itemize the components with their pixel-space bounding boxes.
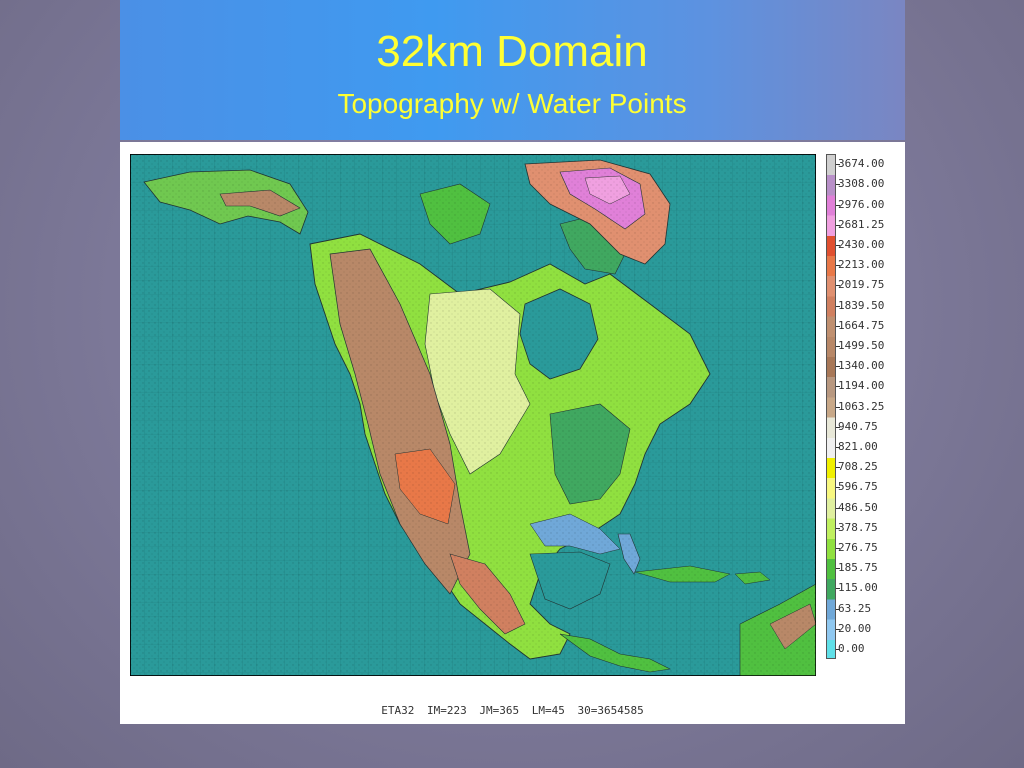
legend-level-label: 276.75 xyxy=(838,540,878,554)
legend-level-label: 63.25 xyxy=(838,601,872,615)
slide-title: 32km Domain xyxy=(376,27,648,76)
legend-level-label: 708.25 xyxy=(838,460,878,474)
topography-figure: 3674.00 3308.00 2976.00 2681.25 2430.00 2213.… xyxy=(120,142,905,724)
legend-level-label: 486.50 xyxy=(838,500,878,514)
topography-map xyxy=(130,154,816,676)
legend-level-label: 3308.00 xyxy=(838,177,885,191)
model-info-footer: ETA32 IM=223 JM=365 LM=45 30=3654585 xyxy=(381,704,644,717)
legend-level-label: 2430.00 xyxy=(838,237,885,251)
legend-level-label: 596.75 xyxy=(838,480,878,494)
legend-level-label: 378.75 xyxy=(838,520,878,534)
legend-level-label: 1063.25 xyxy=(838,399,885,413)
legend-level-label: 115.00 xyxy=(838,581,878,595)
legend-level-label: 940.75 xyxy=(838,419,878,433)
legend-level-label: 3674.00 xyxy=(838,157,885,171)
legend-level-label: 1839.50 xyxy=(838,298,885,312)
legend-level-label: 821.00 xyxy=(838,439,878,453)
slide-subtitle: Topography w/ Water Points xyxy=(337,88,687,119)
elevation-legend: 3674.00 3308.00 2976.00 2681.25 2430.00 2213.… xyxy=(826,154,901,659)
legend-level-label: 2976.00 xyxy=(838,197,885,211)
legend-level-label: 2213.00 xyxy=(838,258,885,272)
legend-color-bar xyxy=(826,154,836,659)
legend-level-label: 1499.50 xyxy=(838,338,885,352)
legend-level-label: 20.00 xyxy=(838,621,872,635)
legend-level-label: 1340.00 xyxy=(838,359,885,373)
legend-level-label: 1664.75 xyxy=(838,318,885,332)
legend-level-label: 0.00 xyxy=(838,641,865,655)
legend-level-label: 2019.75 xyxy=(838,278,885,292)
legend-level-label: 185.75 xyxy=(838,561,878,575)
legend-level-label: 2681.25 xyxy=(838,217,885,231)
legend-level-label: 1194.00 xyxy=(838,379,885,393)
